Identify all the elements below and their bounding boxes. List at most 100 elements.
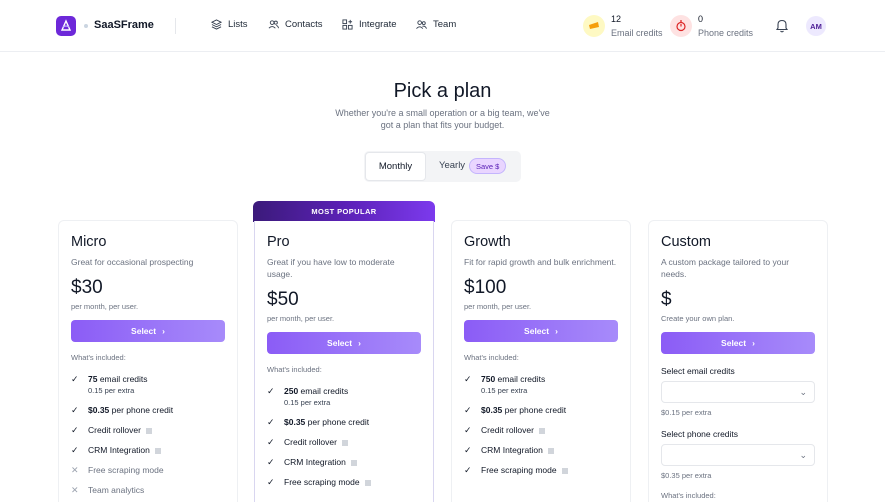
- feature-text: CRM Integration: [481, 445, 543, 455]
- check-icon: ✓: [464, 374, 472, 384]
- feature-free-scraping: ✓ Free scraping mode: [267, 477, 421, 488]
- select-label: Select: [721, 338, 747, 348]
- bell-icon[interactable]: [775, 18, 789, 38]
- plan-name: Micro: [71, 234, 107, 250]
- feature-text: Credit rollover: [88, 425, 141, 435]
- save-badge: Save $: [469, 158, 507, 174]
- layers-icon: [211, 19, 222, 30]
- check-icon: ✓: [464, 405, 472, 415]
- info-icon[interactable]: [145, 427, 152, 434]
- nav-contacts-label: Contacts: [285, 19, 323, 30]
- avatar[interactable]: AM: [806, 16, 826, 36]
- select-label: Select: [131, 326, 157, 336]
- feature-text: email credits: [298, 386, 349, 396]
- phone-credit-label: Phone credits: [698, 28, 754, 38]
- plan-name: Pro: [267, 234, 290, 250]
- feature-email-credits: ✓ 750 email credits 0.15 per extra: [464, 374, 618, 396]
- feature-crm-integration: ✓ CRM Integration: [267, 457, 421, 468]
- nav-contacts[interactable]: Contacts: [268, 19, 323, 30]
- feature-text: CRM Integration: [284, 457, 346, 467]
- feature-crm-integration: ✓ CRM Integration: [71, 445, 225, 456]
- phone-credits[interactable]: 0 Phone credits: [670, 13, 753, 39]
- team-icon: [416, 20, 427, 29]
- phone-extra-price: $0.35 per extra: [661, 471, 712, 480]
- plan-price-unit: per month, per user.: [267, 314, 335, 323]
- chevron-right-icon: ›: [752, 338, 755, 348]
- feature-email-credits: ✓ 75 email credits 0.15 per extra: [71, 374, 225, 396]
- feature-text: email credits: [495, 374, 546, 384]
- check-icon: ✓: [71, 425, 79, 435]
- check-icon: ✓: [71, 445, 79, 455]
- check-icon: ✓: [267, 386, 275, 396]
- email-extra-price: $0.15 per extra: [661, 408, 712, 417]
- info-icon[interactable]: [538, 427, 545, 434]
- plan-description: Great if you have low to moderate usage.: [267, 257, 395, 279]
- plan-price-unit: per month, per user.: [71, 302, 139, 311]
- select-label: Select: [524, 326, 550, 336]
- check-icon: ✓: [267, 457, 275, 467]
- feature-bold: 250: [284, 386, 299, 396]
- app-logo[interactable]: [56, 16, 76, 36]
- feature-sub: 0.15 per extra: [88, 386, 135, 395]
- monthly-option[interactable]: Monthly: [365, 152, 426, 181]
- billing-toggle: Monthly Yearly Save $: [364, 151, 521, 182]
- info-icon[interactable]: [561, 467, 568, 474]
- check-icon: ✓: [464, 465, 472, 475]
- feature-text: Free scraping mode: [88, 465, 164, 475]
- yearly-option[interactable]: Yearly: [439, 160, 465, 171]
- feature-free-scraping: ✕ Free scraping mode: [71, 465, 225, 476]
- plan-name: Custom: [661, 234, 711, 250]
- check-icon: ✓: [464, 445, 472, 455]
- info-icon[interactable]: [364, 479, 371, 486]
- plan-card-growth: Growth Fit for rapid growth and bulk enr…: [451, 220, 631, 502]
- plan-description: Fit for rapid growth and bulk enrichment…: [464, 257, 617, 267]
- email-credits[interactable]: 12 Email credits: [583, 13, 663, 39]
- logo-icon: [60, 19, 72, 31]
- nav-lists[interactable]: Lists: [211, 19, 248, 30]
- check-icon: ✓: [267, 417, 275, 427]
- select-growth-button[interactable]: Select ›: [464, 320, 618, 342]
- email-credits-select[interactable]: ⌄: [661, 381, 815, 403]
- plan-price: $30: [71, 277, 103, 298]
- plan-price: $50: [267, 289, 299, 310]
- info-icon[interactable]: [154, 447, 161, 454]
- feature-email-credits: ✓ 250 email credits 0.15 per extra: [267, 386, 421, 408]
- chevron-right-icon: ›: [358, 338, 361, 348]
- select-custom-button[interactable]: Select ›: [661, 332, 815, 354]
- feature-text: CRM Integration: [88, 445, 150, 455]
- feature-free-scraping: ✓ Free scraping mode: [464, 465, 618, 476]
- nav-team[interactable]: Team: [416, 19, 456, 30]
- info-icon[interactable]: [350, 459, 357, 466]
- check-icon: ✓: [267, 437, 275, 447]
- plan-name: Growth: [464, 234, 511, 250]
- whats-included-label: What's included:: [661, 491, 716, 500]
- grid-plus-icon: [342, 19, 353, 30]
- info-icon[interactable]: [547, 447, 554, 454]
- chevron-down-icon: ⌄: [799, 450, 807, 460]
- plan-price-unit: per month, per user.: [464, 302, 532, 311]
- plan-card-custom: Custom A custom package tailored to your…: [648, 220, 828, 502]
- feature-text: per phone credit: [109, 405, 174, 415]
- check-icon: ✓: [267, 477, 275, 487]
- phone-credits-select[interactable]: ⌄: [661, 444, 815, 466]
- nav-lists-label: Lists: [228, 19, 248, 30]
- feature-bold: $0.35: [88, 405, 110, 415]
- phone-credits-select-label: Select phone credits: [661, 429, 739, 439]
- info-icon[interactable]: [341, 439, 348, 446]
- select-pro-button[interactable]: Select ›: [267, 332, 421, 354]
- feature-crm-integration: ✓ CRM Integration: [464, 445, 618, 456]
- chevron-right-icon: ›: [555, 326, 558, 336]
- nav-integrate[interactable]: Integrate: [342, 19, 397, 30]
- whats-included-label: What's included:: [267, 365, 322, 374]
- feature-text: Team analytics: [88, 485, 145, 495]
- select-micro-button[interactable]: Select ›: [71, 320, 225, 342]
- most-popular-banner: MOST POPULAR: [253, 201, 435, 222]
- page-subtitle: Whether you're a small operation or a bi…: [335, 108, 550, 130]
- email-credit-label: Email credits: [611, 28, 663, 38]
- feature-text: Credit rollover: [284, 437, 337, 447]
- email-credits-select-label: Select email credits: [661, 366, 735, 376]
- chevron-down-icon: ⌄: [799, 387, 807, 397]
- phone-credit-count: 0: [698, 14, 704, 24]
- email-credit-icon: [583, 15, 605, 37]
- feature-bold: 750: [481, 374, 496, 384]
